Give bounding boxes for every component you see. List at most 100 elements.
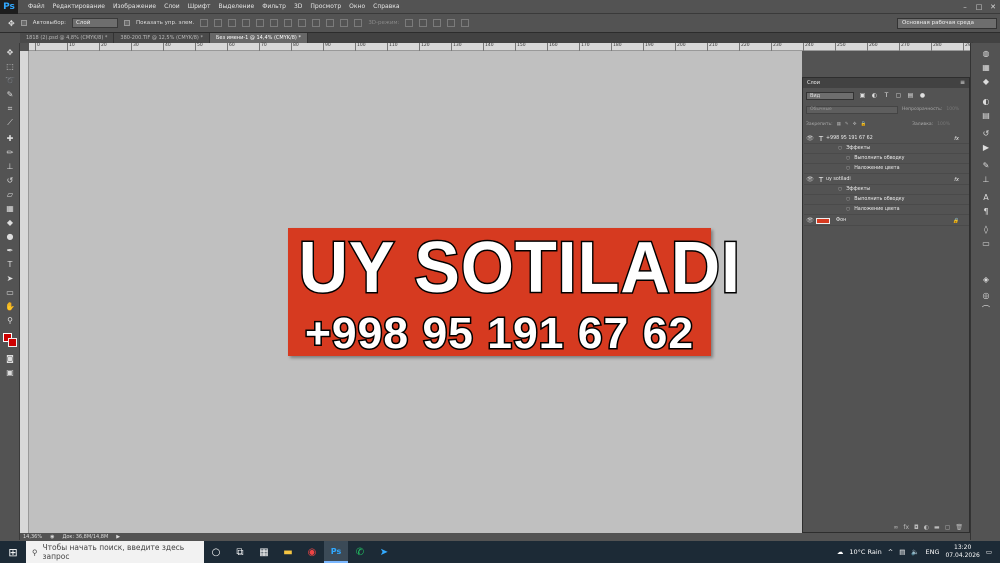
effect-row[interactable]: ◌ Наложение цвета — [804, 164, 969, 174]
align-right-icon[interactable] — [270, 19, 279, 27]
effect-eye-icon[interactable]: ◌ — [846, 207, 850, 212]
filter-adjust-icon[interactable]: ◐ — [871, 92, 878, 99]
brush-panel-icon[interactable]: ✎ — [981, 161, 991, 171]
adjustments-panel-icon[interactable]: ◐ — [981, 97, 991, 107]
effect-row[interactable]: ◌ Выполнить обводку — [804, 195, 969, 205]
menu-help[interactable]: Справка — [369, 0, 403, 14]
lock-paint-icon[interactable]: ✎ — [845, 122, 849, 127]
character-panel-icon[interactable]: A — [981, 193, 991, 203]
distribute-top-icon[interactable] — [284, 19, 293, 27]
eraser-tool-icon[interactable]: ▱ — [4, 189, 16, 200]
new-group-icon[interactable]: ▬ — [934, 524, 940, 531]
align-top-icon[interactable] — [200, 19, 209, 27]
filter-pixel-icon[interactable]: ▣ — [859, 92, 866, 99]
add-mask-icon[interactable]: ◘ — [914, 524, 919, 531]
hand-tool-icon[interactable]: ✋ — [4, 301, 16, 312]
layer-name[interactable]: +998 95 191 67 62 — [826, 136, 873, 141]
distribute-middle-icon[interactable] — [298, 19, 307, 27]
layer-row-background[interactable]: 👁 Фон 🔒 — [804, 216, 969, 226]
fill-value[interactable]: 100% — [937, 122, 950, 127]
close-icon[interactable]: ✕ — [986, 0, 1000, 14]
quick-mask-icon[interactable]: ◙ — [4, 353, 16, 364]
distribute-left-icon[interactable] — [326, 19, 335, 27]
effects-row[interactable]: ◌ Эффекты — [804, 144, 969, 154]
crop-tool-icon[interactable]: ⌗ — [4, 103, 16, 114]
shape-tool-icon[interactable]: ▭ — [4, 287, 16, 298]
layer-name[interactable]: Фон — [836, 218, 846, 223]
paragraph-panel-icon[interactable]: ¶ — [981, 207, 991, 217]
dodge-tool-icon[interactable]: ● — [4, 231, 16, 242]
visibility-eye-icon[interactable]: 👁 — [804, 135, 816, 142]
history-brush-icon[interactable]: ↺ — [4, 175, 16, 186]
move-tool-icon[interactable]: ✥ — [8, 19, 15, 28]
lasso-tool-icon[interactable]: ➰ — [4, 75, 16, 86]
workspace-dropdown[interactable]: Основная рабочая среда — [897, 18, 997, 29]
distribute-bottom-icon[interactable] — [312, 19, 321, 27]
calculator-app-icon[interactable]: ▦ — [252, 541, 276, 563]
path-select-tool-icon[interactable]: ➤ — [4, 273, 16, 284]
filter-shape-icon[interactable]: ▢ — [895, 92, 902, 99]
clock[interactable]: 13:20 07.04.2026 — [945, 544, 979, 560]
effect-row[interactable]: ◌ Наложение цвета — [804, 205, 969, 215]
eyedropper-tool-icon[interactable]: ⟋ — [4, 117, 16, 128]
menu-window[interactable]: Окно — [345, 0, 369, 14]
effect-row[interactable]: ◌ Выполнить обводку — [804, 154, 969, 164]
lock-pixels-icon[interactable]: ▦ — [837, 122, 841, 127]
3d-panel-icon[interactable]: ◊ — [981, 225, 991, 235]
effect-eye-icon[interactable]: ◌ — [846, 156, 850, 161]
distribute-right-icon[interactable] — [354, 19, 363, 27]
layer-name[interactable]: uy sotiladi — [826, 177, 851, 182]
styles-panel-icon[interactable]: ◆ — [981, 77, 991, 87]
layers-panel-icon[interactable]: ◈ — [981, 275, 991, 285]
align-middle-icon[interactable] — [214, 19, 223, 27]
visibility-eye-icon[interactable]: 👁 — [804, 176, 816, 183]
notifications-icon[interactable]: ▭ — [986, 548, 992, 556]
autoselect-checkbox[interactable] — [20, 20, 27, 26]
lock-all-icon[interactable]: 🔒 — [860, 122, 866, 127]
pen-tool-icon[interactable]: ✒ — [4, 245, 16, 256]
effect-eye-icon[interactable]: ◌ — [846, 166, 850, 171]
3d-roll-icon[interactable] — [419, 19, 428, 27]
background-color-swatch[interactable] — [8, 338, 17, 347]
show-controls-checkbox[interactable] — [123, 20, 130, 26]
photoshop-taskbar-icon[interactable]: Ps — [324, 541, 348, 563]
menu-image[interactable]: Изображение — [109, 0, 160, 14]
chrome-icon[interactable]: ◉ — [300, 541, 324, 563]
volume-icon[interactable]: 🔈 — [911, 548, 919, 556]
blur-tool-icon[interactable]: ◆ — [4, 217, 16, 228]
timeline-panel-icon[interactable]: ▭ — [981, 239, 991, 249]
effects-row[interactable]: ◌ Эффекты — [804, 185, 969, 195]
adjustment-layer-icon[interactable]: ◐ — [924, 524, 929, 531]
effect-eye-icon[interactable]: ◌ — [846, 197, 850, 202]
tab-document-3[interactable]: Без имени-1 @ 14,4% (CMYK/8) * — [209, 33, 308, 43]
marquee-tool-icon[interactable]: ⬚ — [4, 61, 16, 72]
paths-panel-icon[interactable]: ⌒ — [981, 305, 991, 315]
minimize-icon[interactable]: – — [958, 0, 972, 14]
3d-pan-icon[interactable] — [433, 19, 442, 27]
move-tool-icon[interactable]: ✥ — [4, 47, 16, 58]
3d-rotate-icon[interactable] — [405, 19, 414, 27]
zoom-tool-icon[interactable]: ⚲ — [4, 315, 16, 326]
filter-smart-icon[interactable]: ▤ — [907, 92, 914, 99]
distribute-center-icon[interactable] — [340, 19, 349, 27]
swatches-panel-icon[interactable]: ▦ — [981, 63, 991, 73]
tab-document-1[interactable]: 1818 (2).psd @ 4,8% (CMYK/8) * — [20, 33, 115, 43]
effects-eye-icon[interactable]: ◌ — [838, 187, 842, 192]
tray-chevron-icon[interactable]: ^ — [888, 548, 893, 556]
brush-tool-icon[interactable]: ✏ — [4, 147, 16, 158]
maximize-icon[interactable]: □ — [972, 0, 986, 14]
status-info-icon[interactable]: ◉ — [50, 534, 54, 540]
weather-icon[interactable]: ☁ — [837, 548, 844, 556]
filter-type-icon[interactable]: T — [883, 92, 890, 99]
layer-row[interactable]: 👁 T +998 95 191 67 62 fx — [804, 134, 969, 144]
taskbar-search[interactable]: ⚲ Чтобы начать поиск, введите здесь запр… — [26, 541, 204, 563]
menu-3d[interactable]: 3D — [290, 0, 306, 14]
opacity-value[interactable]: 100% — [946, 107, 959, 112]
fx-icon[interactable]: fx — [954, 136, 959, 142]
type-tool-icon[interactable]: T — [4, 259, 16, 270]
align-left-icon[interactable] — [242, 19, 251, 27]
menu-layers[interactable]: Слои — [160, 0, 184, 14]
status-arrow-icon[interactable]: ▶ — [116, 534, 120, 540]
actions-panel-icon[interactable]: ▶ — [981, 143, 991, 153]
blend-mode-dropdown[interactable]: Обычные — [806, 105, 898, 114]
